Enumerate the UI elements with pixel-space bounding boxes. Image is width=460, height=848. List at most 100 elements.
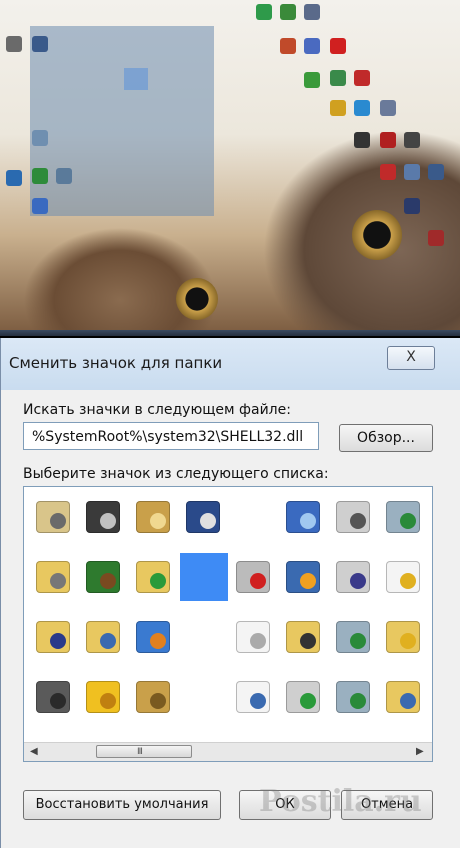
folder-printer-icon-accent	[50, 573, 66, 589]
recycle-bin-2-icon[interactable]	[330, 613, 378, 661]
close-icon: X	[406, 349, 416, 365]
star-icon-accent	[100, 693, 116, 709]
control-panel-icon-accent	[50, 513, 66, 529]
recycle-bin-3-icon[interactable]	[330, 673, 378, 721]
folder-zip-icon[interactable]	[380, 673, 428, 721]
scroll-left-icon[interactable]: ◀	[30, 746, 38, 757]
folder-printer-2-icon[interactable]	[280, 613, 328, 661]
scroll-thumb[interactable]: III	[96, 745, 192, 758]
restore-defaults-button[interactable]: Восстановить умолчания	[23, 790, 221, 820]
scroll-grip: III	[137, 747, 143, 757]
desktop-icon[interactable]	[280, 38, 296, 54]
desktop-icon[interactable]	[6, 36, 22, 52]
printer-add-icon[interactable]	[280, 673, 328, 721]
selection-highlight	[124, 68, 148, 90]
printer-icon[interactable]	[330, 493, 378, 541]
desktop-icon[interactable]	[304, 72, 320, 88]
taskbar	[0, 330, 460, 336]
empty-icon	[180, 613, 228, 661]
dialog-titlebar: Сменить значок для папки X	[1, 338, 460, 390]
fax-printer-icon[interactable]	[330, 553, 378, 601]
icon-list-label: Выберите значок из следующего списка:	[23, 466, 329, 482]
folder-warning-icon[interactable]	[380, 613, 428, 661]
document-search-icon[interactable]	[230, 673, 278, 721]
cd-drive-icon[interactable]	[80, 493, 128, 541]
change-icon-dialog: Сменить значок для папки X Искать значки…	[0, 338, 460, 848]
drive-error-icon[interactable]	[230, 553, 278, 601]
desktop-icon[interactable]	[380, 164, 396, 180]
desktop-selection-rectangle	[30, 26, 214, 216]
desktop-icon[interactable]	[330, 38, 346, 54]
folder-printer-2-icon-accent	[300, 633, 316, 649]
dialog-title: Сменить значок для папки	[9, 354, 223, 372]
desktop-background	[0, 0, 460, 336]
desktop-icon[interactable]	[354, 132, 370, 148]
desktop-icon[interactable]	[280, 4, 296, 20]
desktop-icon[interactable]	[32, 168, 48, 184]
file-path-input[interactable]: %SystemRoot%\system32\SHELL32.dll	[23, 422, 319, 450]
desktop-icon[interactable]	[404, 164, 420, 180]
server-icon[interactable]	[30, 673, 78, 721]
padlock-icon[interactable]	[130, 673, 178, 721]
dialog-body: Искать значки в следующем файле: %System…	[1, 390, 460, 848]
document-warning-icon[interactable]	[380, 553, 428, 601]
watermark: Postila.ru	[259, 784, 422, 819]
desktop-icon[interactable]	[428, 230, 444, 246]
scroll-right-icon[interactable]: ▶	[416, 746, 424, 757]
horizontal-scrollbar[interactable]: ◀ III ▶	[24, 742, 432, 761]
folder-upload-icon[interactable]	[130, 553, 178, 601]
empty-icon	[180, 673, 228, 721]
search-file-label: Искать значки в следующем файле:	[23, 402, 291, 418]
desktop-icon[interactable]	[354, 70, 370, 86]
browse-button[interactable]: Обзор...	[339, 424, 433, 452]
desktop-icon[interactable]	[330, 100, 346, 116]
folder-zip-icon-accent	[400, 693, 416, 709]
desktop-icon[interactable]	[404, 198, 420, 214]
windows-globe-icon[interactable]	[130, 613, 178, 661]
network-settings-icon[interactable]	[180, 493, 228, 541]
tree-icon[interactable]	[80, 553, 128, 601]
network-settings-icon-accent	[200, 513, 216, 529]
documents-stack-icon-accent	[250, 633, 266, 649]
desktop-icon[interactable]	[354, 100, 370, 116]
desktop-icon[interactable]	[428, 164, 444, 180]
desktop-icon[interactable]	[32, 36, 48, 52]
icon-list[interactable]: ◀ III ▶	[23, 486, 433, 762]
display-settings-icon[interactable]	[280, 553, 328, 601]
documents-stack-icon[interactable]	[230, 613, 278, 661]
desktop-icon[interactable]	[380, 132, 396, 148]
recycle-bin-2-icon-accent	[350, 633, 366, 649]
network-search-icon-accent	[300, 513, 316, 529]
empty-icon	[230, 493, 278, 541]
desktop-icon[interactable]	[380, 100, 396, 116]
recycle-bin-icon-accent	[400, 513, 416, 529]
close-button[interactable]: X	[387, 346, 435, 370]
key-icon[interactable]	[130, 493, 178, 541]
desktop-icon[interactable]	[304, 38, 320, 54]
desktop-icon[interactable]	[256, 4, 272, 20]
padlock-icon-accent	[150, 693, 166, 709]
document-search-icon-accent	[250, 693, 266, 709]
desktop-icon[interactable]	[6, 170, 22, 186]
printer-add-icon-accent	[300, 693, 316, 709]
star-icon[interactable]	[80, 673, 128, 721]
document-warning-icon-accent	[400, 573, 416, 589]
folder-fonts-icon[interactable]	[30, 613, 78, 661]
tree-icon-accent	[100, 573, 116, 589]
desktop-icon[interactable]	[32, 130, 48, 146]
folder-warning-icon-accent	[400, 633, 416, 649]
folder-printer-icon[interactable]	[30, 553, 78, 601]
folder-computer-icon[interactable]	[80, 613, 128, 661]
selected-icon[interactable]	[180, 553, 228, 601]
cat-eye	[176, 278, 218, 320]
recycle-bin-icon[interactable]	[380, 493, 428, 541]
network-search-icon[interactable]	[280, 493, 328, 541]
desktop-icon[interactable]	[404, 132, 420, 148]
desktop-icon[interactable]	[32, 198, 48, 214]
desktop-icon[interactable]	[56, 168, 72, 184]
fax-printer-icon-accent	[350, 573, 366, 589]
cd-drive-icon-accent	[100, 513, 116, 529]
desktop-icon[interactable]	[304, 4, 320, 20]
control-panel-icon[interactable]	[30, 493, 78, 541]
desktop-icon[interactable]	[330, 70, 346, 86]
